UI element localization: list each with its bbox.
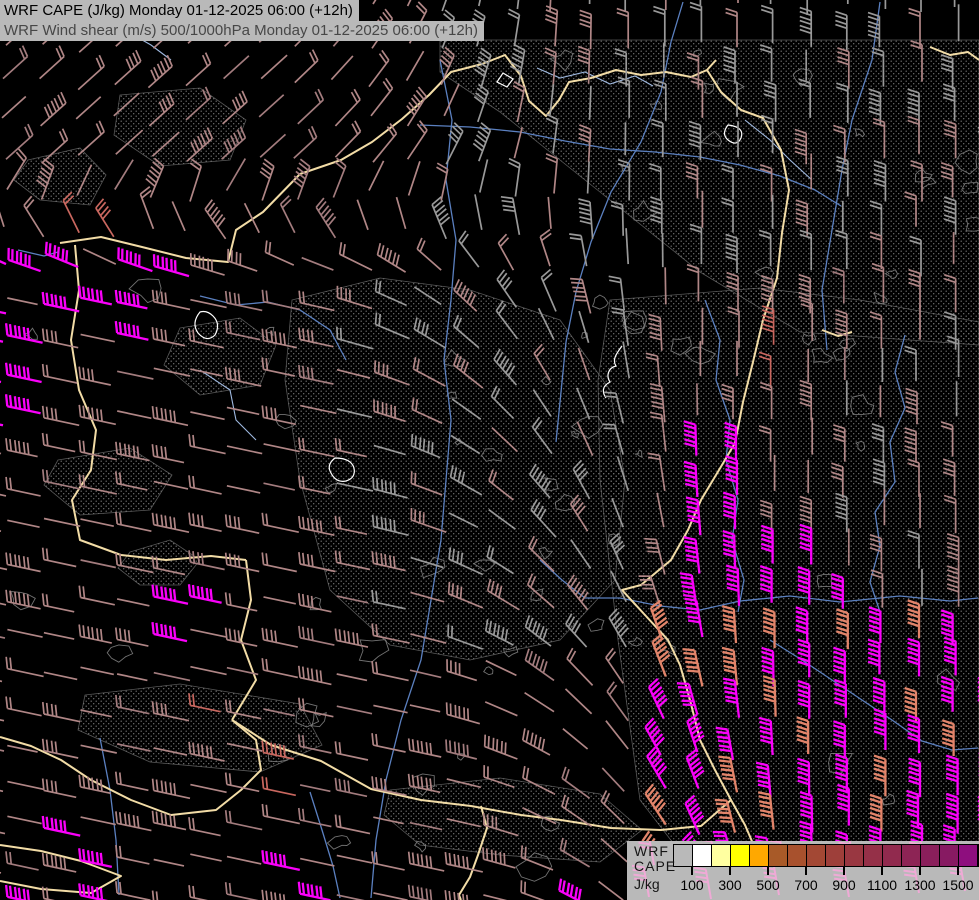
cape-scale-box-15 [959, 845, 978, 866]
cape-scale-box-8 [826, 845, 845, 866]
legend-label: WRF CAPE J/kg [634, 844, 676, 892]
weather-map: WRF CAPE (J/kg) Monday 01-12-2025 06:00 … [0, 0, 979, 900]
cape-scale-box-3 [731, 845, 750, 866]
cape-scale-tickmark [691, 866, 693, 875]
cape-scale-box-4 [750, 845, 769, 866]
cape-scale-box-11 [883, 845, 902, 866]
cape-scale-box-5 [769, 845, 788, 866]
cape-scale-box-6 [788, 845, 807, 866]
cape-scale-tickmark [843, 866, 845, 875]
cape-scale-tickmark [919, 866, 921, 875]
legend-label-line2: CAPE [634, 858, 677, 874]
cape-color-scale [673, 844, 979, 867]
legend-label-line3: J/kg [634, 876, 660, 892]
cape-scale-box-9 [845, 845, 864, 866]
cape-scale-box-12 [902, 845, 921, 866]
cape-scale-box-0 [674, 845, 693, 866]
map-canvas [0, 0, 979, 900]
cape-scale-tickmark [957, 866, 959, 875]
cape-scale-box-1 [693, 845, 712, 866]
cape-scale-tick-label: 1500 [942, 877, 974, 893]
cape-scale-box-10 [864, 845, 883, 866]
cape-scale-box-2 [712, 845, 731, 866]
cape-scale-tickmark [767, 866, 769, 875]
legend-label-line1: WRF [634, 843, 669, 859]
cape-scale-tickmark [729, 866, 731, 875]
cape-legend: WRF CAPE J/kg 100 300 500 700 900 1100 1300 150… [627, 841, 979, 900]
title-bar-cape: WRF CAPE (J/kg) Monday 01-12-2025 06:00 … [0, 0, 359, 21]
cape-scale-box-13 [921, 845, 940, 866]
title-bar-shear: WRF Wind shear (m/s) 500/1000hPa Monday … [0, 21, 485, 41]
map-title-shear: WRF Wind shear (m/s) 500/1000hPa Monday … [4, 22, 479, 39]
cape-scale-box-14 [940, 845, 959, 866]
map-title-cape: WRF CAPE (J/kg) Monday 01-12-2025 06:00 … [4, 2, 353, 19]
cape-scale-box-7 [807, 845, 826, 866]
cape-scale-tickmark [805, 866, 807, 875]
cape-scale-tickmark [881, 866, 883, 875]
